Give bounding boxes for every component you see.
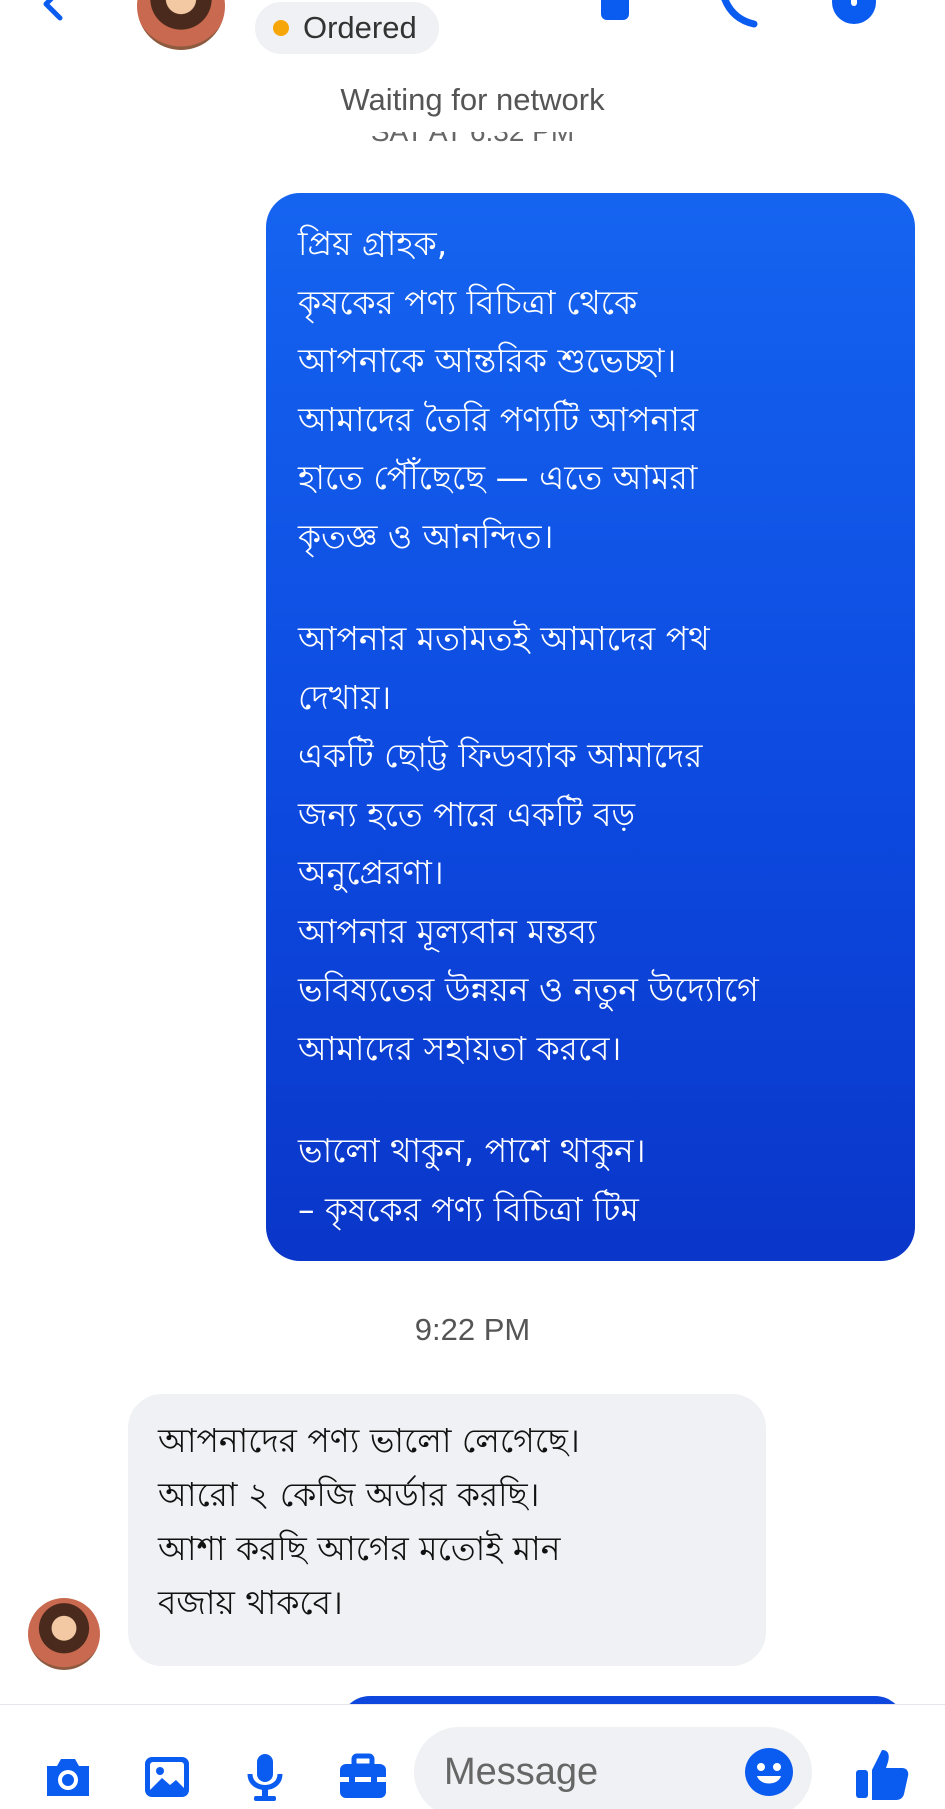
message-line: ভবিষ্যতের উন্নয়ন ও নতুন উদ্যোগে	[298, 970, 759, 1009]
network-status: Waiting for network	[340, 82, 605, 117]
time-separator: 9:22 PM	[414, 1312, 531, 1347]
status-dot-icon	[273, 20, 289, 36]
gallery-icon[interactable]	[140, 1750, 194, 1804]
phone-icon[interactable]	[716, 0, 760, 28]
contact-avatar[interactable]	[137, 0, 225, 50]
video-call-icon[interactable]	[597, 0, 641, 28]
message-line: আশা করছি আগের মতোই মান	[158, 1529, 561, 1568]
message-line: আপনাদের পণ্য ভালো লেগেছে।	[158, 1421, 580, 1460]
message-line: আপনার মতামতই আমাদের পথ	[298, 619, 710, 658]
message-line: জন্য হতে পারে একটি বড়	[298, 794, 636, 834]
sender-avatar[interactable]	[28, 1598, 100, 1670]
chat-header: Ordered	[0, 0, 945, 58]
message-line: কৃতজ্ঞ ও আনন্দিত।	[298, 516, 554, 556]
message-line: আরো ২ কেজি অর্ডার করছি।	[158, 1475, 540, 1514]
message-line: প্রিয় গ্রাহক,	[298, 224, 448, 263]
chat-screen: Ordered Waiting for network SAT AT 6:32 …	[0, 0, 945, 1809]
message-line: ভালো থাকুন, পাশে থাকুন।	[298, 1131, 646, 1170]
message-input[interactable]	[444, 1741, 724, 1803]
microphone-icon[interactable]	[238, 1750, 292, 1804]
status-label: Ordered	[303, 10, 417, 45]
message-line: আপনার মূল্যবান মন্তব্য	[298, 911, 597, 951]
message-input-field[interactable]	[414, 1727, 812, 1809]
date-separator: SAT AT 6:32 PM	[0, 132, 945, 146]
message-line: একটি ছোট্ট ফিডব্যাক আমাদের	[298, 736, 703, 775]
outgoing-message-bubble[interactable]: প্রিয় গ্রাহক, কৃষকের পণ্য বিচিত্রা থেকে…	[266, 193, 915, 1261]
message-line: আপনাকে আন্তরিক শুভেচ্ছা।	[298, 341, 677, 380]
back-arrow-icon[interactable]	[34, 0, 74, 24]
emoji-icon[interactable]	[742, 1745, 796, 1799]
date-separator-text: SAT AT 6:32 PM	[371, 132, 574, 146]
message-line: – কৃষকের পণ্য বিচিত্রা টিম	[298, 1189, 639, 1229]
thumbs-up-icon[interactable]	[852, 1744, 912, 1804]
info-icon[interactable]	[832, 0, 876, 28]
message-line: আমাদের সহায়তা করবে।	[298, 1028, 622, 1068]
message-line: হাতে পৌঁছেছে — এতে আমরা	[298, 458, 698, 497]
message-line: আমাদের তৈরি পণ্যটি আপনার	[298, 399, 698, 439]
incoming-message-bubble[interactable]: আপনাদের পণ্য ভালো লেগেছে। আরো ২ কেজি অর্…	[128, 1394, 766, 1666]
camera-icon[interactable]	[41, 1750, 95, 1804]
message-line: বজায় থাকবে।	[158, 1583, 343, 1622]
toolbox-icon[interactable]	[336, 1750, 390, 1804]
message-line: অনুপ্রেরণা।	[298, 853, 444, 892]
message-line: কৃষকের পণ্য বিচিত্রা থেকে	[298, 282, 638, 322]
message-line: দেখায়।	[298, 677, 392, 717]
order-status-chip[interactable]: Ordered	[255, 2, 439, 54]
